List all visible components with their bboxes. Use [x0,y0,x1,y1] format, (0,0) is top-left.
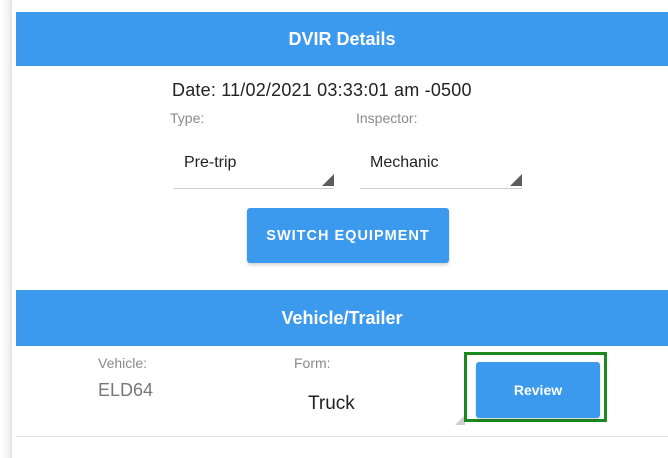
dvir-details-title: DVIR Details [288,28,396,49]
form-label: Form: [294,355,331,371]
vehicle-trailer-title: Vehicle/Trailer [281,307,403,328]
dropdown-arrow-icon [322,174,334,186]
inspector-select-value: Mechanic [370,154,439,171]
row-divider [16,436,668,437]
form-select[interactable]: Truck [292,375,467,425]
form-select-value: Truck [308,393,355,414]
dropdown-arrow-icon [510,174,522,186]
dvir-panel: DVIR Details Date: 11/02/2021 03:33:01 a… [12,0,668,458]
switch-equipment-button[interactable]: SWITCH EQUIPMENT [247,208,449,263]
inspector-label: Inspector: [356,110,418,126]
inspection-date: Date: 11/02/2021 03:33:01 am -0500 [172,80,472,100]
dvir-details-header: DVIR Details [16,12,668,66]
review-button[interactable]: Review [476,362,600,418]
vehicle-label: Vehicle: [98,355,148,371]
window-edge-shadow [0,0,12,458]
type-select[interactable]: Pre-trip [174,148,334,189]
vehicle-trailer-header: Vehicle/Trailer [16,290,668,346]
type-select-value: Pre-trip [184,154,237,171]
type-label: Type: [170,110,205,126]
inspector-select[interactable]: Mechanic [360,148,522,189]
vehicle-value: ELD64 [98,380,154,400]
